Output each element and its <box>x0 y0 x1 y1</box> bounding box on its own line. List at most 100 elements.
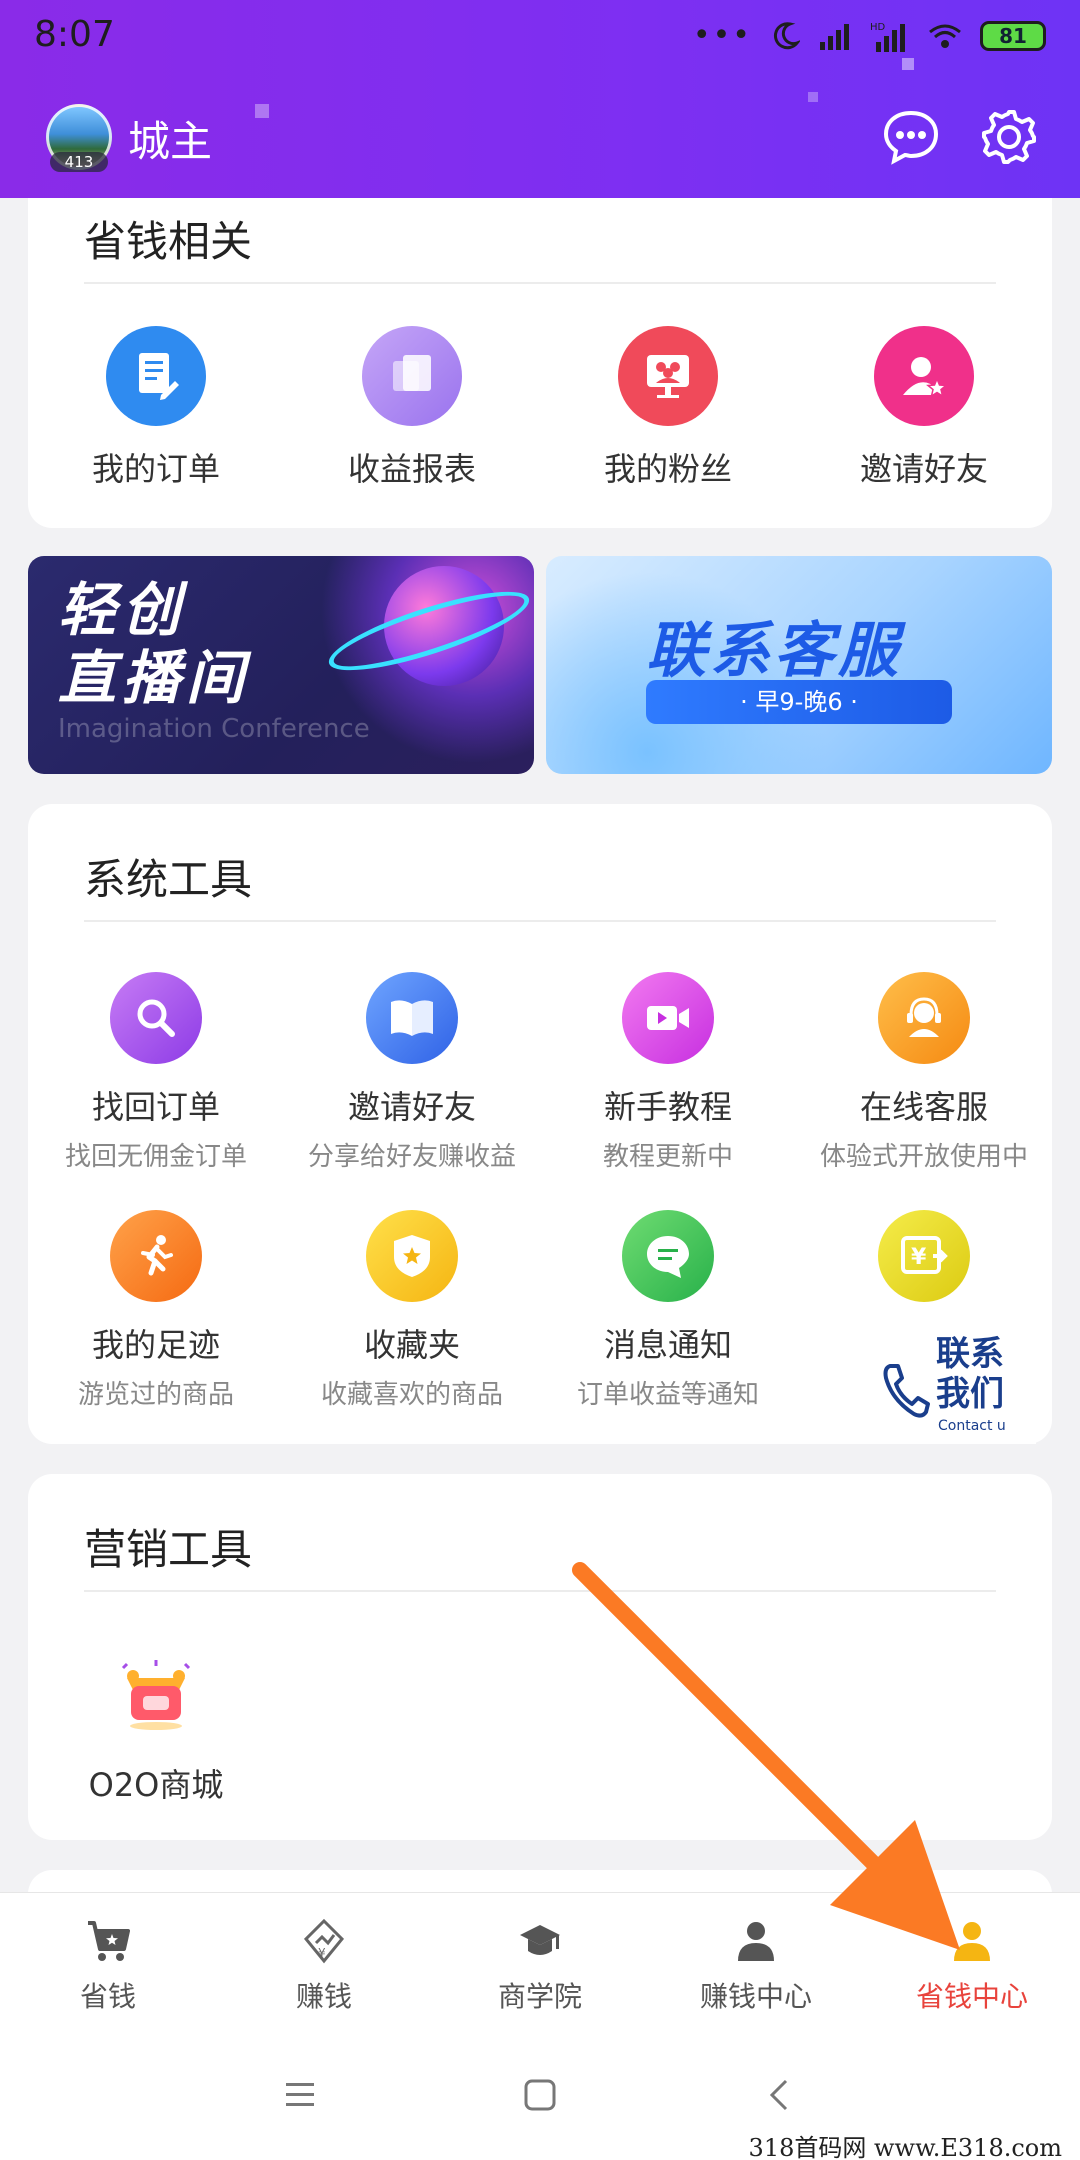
contact-us-widget[interactable]: 联系 我们 Contact u <box>876 1322 1036 1444</box>
grid-label: 邀请好友 <box>347 1088 476 1126</box>
grid-label: O2O商城 <box>88 1766 224 1804</box>
banner-title-line: 轻创 <box>58 576 187 644</box>
grid-label: 我的订单 <box>91 450 220 488</box>
service-hours-pill: · 早9-晚6 · <box>646 680 952 724</box>
grid-label: 收藏夹 <box>363 1326 460 1364</box>
nav-item-earn-center[interactable]: 赚钱中心 <box>648 1893 864 2030</box>
invite-icon <box>874 326 974 426</box>
divider <box>84 920 996 922</box>
nav-label: 省钱 <box>79 1980 136 2013</box>
wallet-icon: ¥ <box>878 1210 970 1302</box>
search-icon <box>110 972 202 1064</box>
wifi-icon <box>929 24 961 48</box>
status-icons: ••• HD 81 <box>693 18 1046 53</box>
decor-square <box>808 92 818 102</box>
grid-item-favorites[interactable]: 收藏夹 收藏喜欢的商品 <box>284 1210 540 1411</box>
save-money-grid: 我的订单 收益报表 我的粉丝 邀请好友 <box>28 326 1052 490</box>
chat-bubble-icon <box>883 110 939 165</box>
grid-item-my-footprint[interactable]: 我的足迹 游览过的商品 <box>28 1210 284 1411</box>
grid-label: 收益报表 <box>347 450 476 488</box>
grid-item-earnings-report[interactable]: 收益报表 <box>284 326 540 490</box>
grid-label: 新手教程 <box>603 1088 732 1126</box>
nav-item-save[interactable]: 省钱 <box>0 1893 216 2030</box>
grid-label: 找回订单 <box>91 1088 220 1126</box>
banner-title: 联系客服 <box>646 616 902 686</box>
grid-sublabel: 找回无佣金订单 <box>64 1142 247 1172</box>
cart-icon <box>88 1921 130 1961</box>
grid-item-notifications[interactable]: 消息通知 订单收益等通知 <box>540 1210 796 1411</box>
grid-item-my-fans[interactable]: 我的粉丝 <box>540 326 796 490</box>
grid-sublabel: 收藏喜欢的商品 <box>320 1380 503 1410</box>
status-bar: 8:07 ••• HD 81 <box>0 0 1080 80</box>
grid-label: 在线客服 <box>859 1088 988 1126</box>
contact-widget-text: 联系 我们 <box>936 1334 1004 1414</box>
order-icon <box>106 326 206 426</box>
contact-service-banner[interactable]: 联系客服 · 早9-晚6 · <box>546 556 1052 774</box>
grid-label: 消息通知 <box>603 1326 732 1364</box>
signal-hd-icon: HD <box>870 22 905 52</box>
grid-sublabel: 订单收益等通知 <box>576 1380 759 1410</box>
decor-square <box>902 58 914 70</box>
home-square-icon[interactable] <box>520 2075 560 2115</box>
grid-item-invite-friends[interactable]: 邀请好友 分享给好友赚收益 <box>284 972 540 1173</box>
nav-item-earn[interactable]: ¥ 赚钱 <box>216 1893 432 2030</box>
back-chevron-icon[interactable] <box>760 2075 800 2115</box>
grid-item-invite-friends[interactable]: 邀请好友 <box>796 326 1052 490</box>
grid-label: 邀请好友 <box>859 450 988 488</box>
decor-square <box>255 104 269 118</box>
nav-label: 赚钱中心 <box>699 1980 812 2013</box>
book-icon <box>366 972 458 1064</box>
support-icon <box>878 972 970 1064</box>
favorite-icon <box>366 1210 458 1302</box>
grid-item-o2o-mall[interactable]: O2O商城 <box>28 1650 284 1806</box>
svg-text:¥: ¥ <box>318 1946 326 1960</box>
grid-item-online-support[interactable]: 在线客服 体验式开放使用中 <box>796 972 1052 1173</box>
user-icon <box>738 1922 774 1961</box>
grid-sublabel: 分享给好友赚收益 <box>307 1142 516 1172</box>
svg-text:HD: HD <box>870 22 886 33</box>
nav-item-business-school[interactable]: 商学院 <box>432 1893 648 2030</box>
nav-label: 赚钱 <box>295 1980 352 2013</box>
footprint-icon <box>110 1210 202 1302</box>
nav-label: 省钱中心 <box>915 1980 1028 2013</box>
status-time: 8:07 <box>34 14 115 55</box>
banner-title: 轻创 直播间 <box>58 576 250 712</box>
grid-sublabel: 教程更新中 <box>602 1142 733 1172</box>
report-icon <box>362 326 462 426</box>
grid-item-tutorial[interactable]: 新手教程 教程更新中 <box>540 972 796 1173</box>
earn-icon: ¥ <box>303 1918 345 1964</box>
nav-item-save-center[interactable]: 省钱中心 <box>864 1893 1080 2030</box>
svg-text:¥: ¥ <box>911 1245 927 1270</box>
grid-item-retrieve-order[interactable]: 找回订单 找回无佣金订单 <box>28 972 284 1173</box>
signal-icon <box>820 23 849 50</box>
fans-icon <box>618 326 718 426</box>
avatar-badge: 413 <box>50 152 108 172</box>
app-screen: 8:07 ••• HD 81 413 城主 省钱相关 我的订单 收益报表 我的粉… <box>0 0 1080 2160</box>
divider <box>84 1590 996 1592</box>
bottom-nav: 省钱 ¥ 赚钱 商学院 赚钱中心 省钱中心 <box>0 1892 1080 2030</box>
contact-line: 联系 <box>936 1334 1004 1374</box>
message-icon <box>622 1210 714 1302</box>
section-title: 省钱相关 <box>84 217 253 266</box>
video-icon <box>622 972 714 1064</box>
grid-label: 我的粉丝 <box>603 450 732 488</box>
watermark: 318首码网 www.E318.com <box>748 2134 1062 2160</box>
live-room-banner[interactable]: 轻创 直播间 Imagination Conference <box>28 556 534 774</box>
user-icon <box>954 1922 990 1961</box>
contact-line: 我们 <box>936 1374 1004 1414</box>
menu-icon[interactable] <box>280 2075 320 2115</box>
username[interactable]: 城主 <box>128 108 212 169</box>
graduation-cap-icon <box>520 1925 560 1955</box>
battery-indicator: 81 <box>980 20 1046 51</box>
grid-item-my-orders[interactable]: 我的订单 <box>28 326 284 490</box>
banner-title-line: 直播间 <box>58 644 251 712</box>
marketing-tools-card: 营销工具 O2O商城 <box>28 1474 1052 1840</box>
header: 8:07 ••• HD 81 413 城主 <box>0 0 1080 198</box>
header-bar: 413 城主 <box>0 96 1080 186</box>
section-title: 系统工具 <box>84 855 253 904</box>
settings-button[interactable] <box>974 102 1044 172</box>
save-money-card: 省钱相关 我的订单 收益报表 我的粉丝 邀请好友 <box>28 198 1052 528</box>
grid-sublabel: 体验式开放使用中 <box>819 1142 1028 1172</box>
messages-button[interactable] <box>876 102 946 172</box>
more-notifications-icon: ••• <box>692 18 752 53</box>
